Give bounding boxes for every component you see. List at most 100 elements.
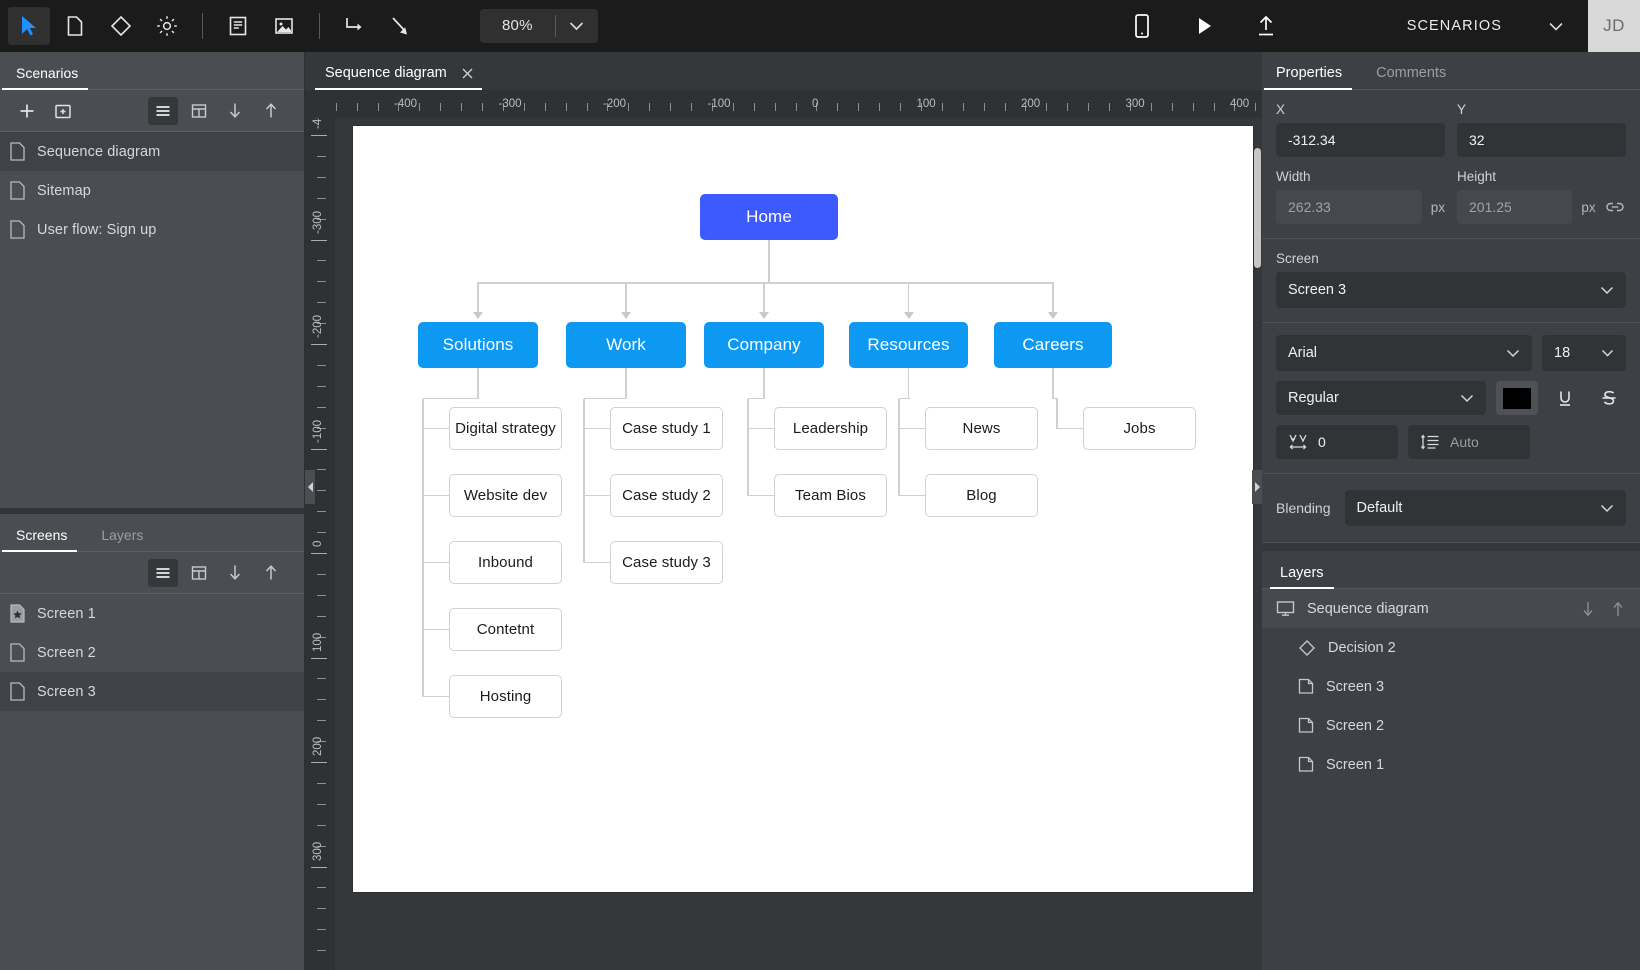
screen-select[interactable]: Screen 3 <box>1276 272 1626 308</box>
list-item[interactable]: Screen 1 <box>0 594 304 633</box>
line-height-field[interactable]: Auto <box>1408 425 1530 459</box>
horizontal-ruler[interactable]: -400 -300 -200 -100 0 100 200 300 400 <box>335 90 1262 118</box>
list-view-button[interactable] <box>148 558 178 587</box>
layer-row[interactable]: Sequence diagram <box>1262 589 1640 628</box>
arrow-down-icon[interactable] <box>1580 600 1596 618</box>
tab-properties[interactable]: Properties <box>1263 65 1356 90</box>
list-item[interactable]: User flow: Sign up <box>0 210 304 249</box>
diagram-node-resources[interactable]: Resources <box>849 322 968 368</box>
sort-desc-button[interactable] <box>220 97 250 125</box>
diagram-node-company[interactable]: Company <box>704 322 824 368</box>
grid-view-button[interactable] <box>184 97 214 125</box>
diagram-leaf-node[interactable]: Hosting <box>449 675 562 718</box>
close-icon[interactable] <box>461 67 474 80</box>
diagram-leaf-node[interactable]: Website dev <box>449 474 562 517</box>
canvas-scrollbar-vertical[interactable] <box>1254 148 1261 268</box>
add-folder-button[interactable] <box>48 97 78 125</box>
layer-row[interactable]: Decision 2 <box>1262 628 1640 667</box>
arrow-up-icon[interactable] <box>1610 600 1626 618</box>
gear-tool[interactable] <box>146 7 188 45</box>
blending-select[interactable]: Default <box>1344 490 1626 526</box>
list-item[interactable]: Screen 3 <box>0 672 304 711</box>
ruler-label: -100 <box>707 98 731 110</box>
layer-row[interactable]: Screen 3 <box>1262 667 1640 706</box>
sort-desc-button[interactable] <box>220 559 250 587</box>
sort-asc-button[interactable] <box>256 559 286 587</box>
connector-line <box>423 494 449 497</box>
chevron-down-icon[interactable] <box>556 9 598 43</box>
tab-screens[interactable]: Screens <box>1 527 83 552</box>
diagram-leaf-node[interactable]: Case study 2 <box>610 474 723 517</box>
font-weight-select[interactable]: Regular <box>1276 381 1486 415</box>
diagram-node-work[interactable]: Work <box>566 322 686 368</box>
avatar-initials: JD <box>1603 16 1625 35</box>
zoom-control[interactable]: 80% <box>480 9 598 43</box>
diagram-leaf-node[interactable]: Digital strategy <box>449 407 562 450</box>
width-input[interactable] <box>1276 190 1422 224</box>
diagram-leaf-node[interactable]: Leadership <box>774 407 887 450</box>
height-input[interactable] <box>1457 190 1573 224</box>
color-chip <box>1503 387 1531 409</box>
grid-view-button[interactable] <box>184 559 214 587</box>
ruler-tick <box>691 103 693 111</box>
font-size-select[interactable]: 18 <box>1542 335 1626 371</box>
tab-layers[interactable]: Layers <box>1270 565 1336 589</box>
ruler-tick <box>317 281 326 283</box>
image-tool[interactable] <box>263 7 305 45</box>
tab-layers[interactable]: Layers <box>97 527 159 552</box>
document-tab[interactable]: Sequence diagram <box>315 65 482 90</box>
layers-tabbar: Layers <box>1262 551 1640 589</box>
diagram-node-home[interactable]: Home <box>700 194 838 240</box>
connector-line <box>583 399 585 563</box>
ruler-label: 200 <box>312 736 324 756</box>
tab-scenarios[interactable]: Scenarios <box>1 65 94 90</box>
decision-tool[interactable] <box>100 7 142 45</box>
left-panel-collapse-handle[interactable] <box>305 470 315 504</box>
elbow-connector-tool[interactable] <box>334 7 376 45</box>
play-button[interactable] <box>1183 7 1225 45</box>
canvas-viewport[interactable]: Home Solutions Work Company Resources Careers… <box>335 118 1262 970</box>
diagram-leaf-node[interactable]: Team Bios <box>774 474 887 517</box>
connector-line <box>898 399 900 496</box>
diagram-node-careers[interactable]: Careers <box>994 322 1112 368</box>
diagram-leaf-node[interactable]: Case study 3 <box>610 541 723 584</box>
diagram-leaf-node[interactable]: Blog <box>925 474 1038 517</box>
list-view-button[interactable] <box>148 96 178 125</box>
list-item[interactable]: Sitemap <box>0 171 304 210</box>
layer-row[interactable]: Screen 2 <box>1262 706 1640 745</box>
list-item[interactable]: Screen 2 <box>0 633 304 672</box>
mobile-preview-button[interactable] <box>1121 7 1163 45</box>
letter-spacing-field[interactable]: 0 <box>1276 425 1398 459</box>
share-button[interactable] <box>1245 7 1287 45</box>
project-menu[interactable]: SCENARIOS <box>1407 18 1564 34</box>
artboard[interactable]: Home Solutions Work Company Resources Careers… <box>353 126 1253 892</box>
x-input[interactable] <box>1276 123 1445 157</box>
vertical-ruler[interactable]: -400 -300 -200 -100 0 100 200 300 <box>305 118 335 970</box>
avatar[interactable]: JD <box>1588 0 1640 52</box>
diagram-leaf-node[interactable]: Contetnt <box>449 608 562 651</box>
underline-icon[interactable] <box>1548 381 1582 415</box>
pointer-tool[interactable] <box>8 7 50 45</box>
link-icon[interactable] <box>1605 190 1626 224</box>
screen-tool[interactable] <box>54 7 96 45</box>
y-input[interactable] <box>1457 123 1626 157</box>
layer-row[interactable]: Screen 1 <box>1262 745 1640 784</box>
tab-comments[interactable]: Comments <box>1374 65 1460 90</box>
diagram-leaf-node[interactable]: News <box>925 407 1038 450</box>
note-tool[interactable] <box>217 7 259 45</box>
strikethrough-icon[interactable] <box>1592 381 1626 415</box>
ruler-tick <box>317 490 326 492</box>
font-color-swatch[interactable] <box>1496 381 1538 415</box>
straight-connector-tool[interactable] <box>380 7 422 45</box>
diagram-node-solutions[interactable]: Solutions <box>418 322 538 368</box>
add-scenario-button[interactable] <box>12 97 42 125</box>
sort-asc-button[interactable] <box>256 97 286 125</box>
font-family-select[interactable]: Arial <box>1276 335 1532 371</box>
right-panel-collapse-handle[interactable] <box>1252 470 1262 504</box>
chevron-down-icon[interactable] <box>1548 21 1564 32</box>
list-item[interactable]: Sequence diagram <box>0 132 304 171</box>
diagram-leaf-node[interactable]: Jobs <box>1083 407 1196 450</box>
diagram-leaf-node[interactable]: Inbound <box>449 541 562 584</box>
ruler-tick <box>335 103 337 111</box>
diagram-leaf-node[interactable]: Case study 1 <box>610 407 723 450</box>
